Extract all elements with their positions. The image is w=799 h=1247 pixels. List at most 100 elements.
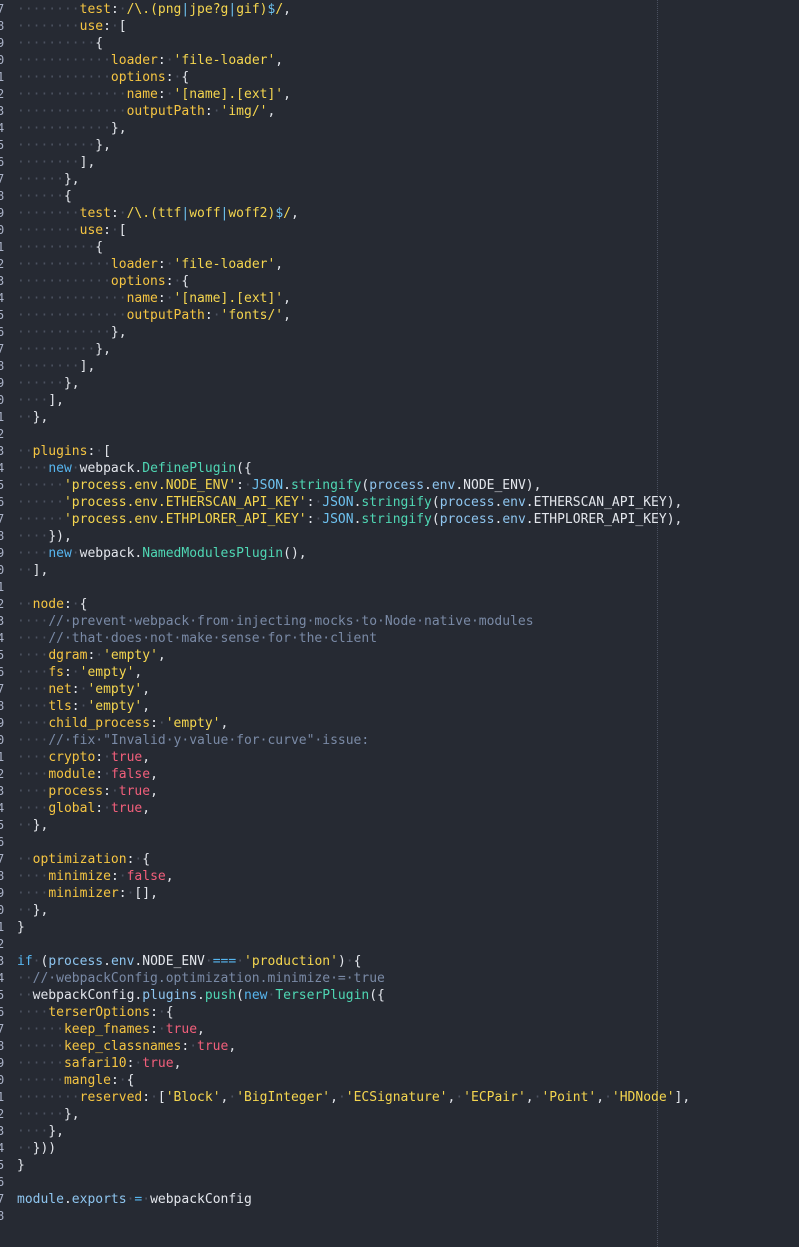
code-line[interactable]: 8 <box>0 1208 799 1225</box>
code-line[interactable]: 0 ············loader:·'file-loader', <box>0 52 799 69</box>
code-line[interactable]: 2 ··node:·{ <box>0 596 799 613</box>
code-token: : <box>157 291 166 306</box>
code-line[interactable]: 0 ····], <box>0 392 799 409</box>
line-code: ····//·prevent·webpack·from·injecting·mo… <box>17 613 534 630</box>
code-token: 'file-loader' <box>173 257 276 272</box>
code-line[interactable]: 4 ····global:·true, <box>0 800 799 817</box>
code-line[interactable]: 9 ········test:·/\.(ttf|woff|woff2)$/, <box>0 205 799 222</box>
code-line[interactable]: 8 ······{ <box>0 188 799 205</box>
code-line[interactable]: 0 ····//·fix·"Invalid·y·value·for·curve"·… <box>0 732 799 749</box>
code-line[interactable]: 5 ····dgram:·'empty', <box>0 647 799 664</box>
code-line[interactable]: 0 ··], <box>0 562 799 579</box>
code-line[interactable]: 6 ····fs:·'empty', <box>0 664 799 681</box>
code-line[interactable]: 6 ····terserOptions:·{ <box>0 1004 799 1021</box>
line-code: ····}, <box>17 1123 64 1140</box>
code-line[interactable]: 5 ··············outputPath:·'fonts/', <box>0 307 799 324</box>
code-line[interactable]: 5 ··webpackConfig.plugins.push(new·Terser… <box>0 987 799 1004</box>
code-line[interactable]: 0 ··}, <box>0 902 799 919</box>
code-line[interactable]: 6 ············}, <box>0 324 799 341</box>
code-line[interactable]: 3 ····process:·true, <box>0 783 799 800</box>
code-line[interactable]: 1 ··········{ <box>0 239 799 256</box>
code-line[interactable]: 8 ····tls:·'empty', <box>0 698 799 715</box>
code-line[interactable]: 1 ········reserved:·['Block',·'BigInteger… <box>0 1089 799 1106</box>
code-line[interactable]: 2 <box>0 426 799 443</box>
code-line[interactable]: 4 ··············name:·'[name].[ext]', <box>0 290 799 307</box>
line-code: ··}, <box>17 902 48 919</box>
code-line[interactable]: 6 <box>0 1174 799 1191</box>
code-token: · <box>157 716 166 731</box>
code-line[interactable]: 9 ······}, <box>0 375 799 392</box>
code-line[interactable]: 2 ············loader:·'file-loader', <box>0 256 799 273</box>
code-line[interactable]: 7 ······keep_fnames:·true, <box>0 1021 799 1038</box>
code-line[interactable]: 7 ····net:·'empty', <box>0 681 799 698</box>
code-line[interactable]: 8 ····minimize:·false, <box>0 868 799 885</box>
code-line[interactable]: 7 ··optimization:·{ <box>0 851 799 868</box>
code-line[interactable]: 3 ··plugins:·[ <box>0 443 799 460</box>
code-line[interactable]: 3 ··············outputPath:·'img/', <box>0 103 799 120</box>
code-line[interactable]: 9 ······safari10:·true, <box>0 1055 799 1072</box>
code-token: false <box>110 767 151 782</box>
code-line[interactable]: 3 ············options:·{ <box>0 273 799 290</box>
code-line[interactable]: 0 ······mangle:·{ <box>0 1072 799 1089</box>
line-number: 0 <box>0 903 5 917</box>
code-token: ETHPLORER_API_KEY <box>533 512 667 527</box>
code-token: keep_classnames <box>63 1039 182 1054</box>
code-line[interactable]: 5 ··}, <box>0 817 799 834</box>
code-line[interactable]: 4 ····new·webpack.DefinePlugin({ <box>0 460 799 477</box>
code-line[interactable]: 2 <box>0 936 799 953</box>
code-token: ], <box>79 359 96 374</box>
line-code: ····minimize:·false, <box>17 868 174 885</box>
code-line[interactable]: 3 ····//·prevent·webpack·from·injecting·m… <box>0 613 799 630</box>
code-line[interactable]: 7 ··········}, <box>0 341 799 358</box>
code-line[interactable]: 1 ····crypto:·true, <box>0 749 799 766</box>
code-line[interactable]: 7 module.exports·=·webpackConfig <box>0 1191 799 1208</box>
code-line[interactable]: 6 ······'process.env.ETHERSCAN_API_KEY':·… <box>0 494 799 511</box>
code-line[interactable]: 6 ········], <box>0 154 799 171</box>
code-line[interactable]: 5 ··········}, <box>0 137 799 154</box>
code-line[interactable]: 5 ······'process.env.NODE_ENV':·JSON.stri… <box>0 477 799 494</box>
code-editor[interactable]: 7 ········test:·/\.(png|jpe?g|gif)$/, 8 ···… <box>0 0 799 1247</box>
code-token: //·prevent·webpack·from·injecting·mocks·… <box>48 614 534 629</box>
code-line[interactable]: 7 ······}, <box>0 171 799 188</box>
code-line[interactable]: 4 ··})) <box>0 1140 799 1157</box>
code-line[interactable]: 1} <box>0 919 799 936</box>
code-token: ···· <box>17 546 49 561</box>
code-line[interactable]: 1 <box>0 579 799 596</box>
line-number: 3 <box>0 784 5 798</box>
code-token: · <box>212 308 221 323</box>
code-line[interactable]: 2 ······}, <box>0 1106 799 1123</box>
code-line[interactable]: 7 ········test:·/\.(png|jpe?g|gif)$/, <box>0 1 799 18</box>
line-number: 8 <box>0 529 5 543</box>
code-line[interactable]: 9 ····child_process:·'empty', <box>0 715 799 732</box>
code-token: net <box>48 682 72 697</box>
code-line[interactable]: 4 ············}, <box>0 120 799 137</box>
code-token: ·············· <box>17 308 127 323</box>
line-number: 2 <box>0 257 5 271</box>
code-line[interactable]: 3 if·(process.env.NODE_ENV·===·'productio… <box>0 953 799 970</box>
code-line[interactable]: 8 ········use:·[ <box>0 18 799 35</box>
code-line[interactable]: 1 ············options:·{ <box>0 69 799 86</box>
code-line[interactable]: 7 ······'process.env.ETHPLORER_API_KEY':·… <box>0 511 799 528</box>
code-token: · <box>118 869 127 884</box>
code-line[interactable]: 4 ····//·that·does·not·make·sense·for·the… <box>0 630 799 647</box>
code-line[interactable]: 9 ··········{ <box>0 35 799 52</box>
line-code: ······}, <box>17 171 80 188</box>
code-line[interactable]: 1 ··}, <box>0 409 799 426</box>
code-line[interactable]: 9 ····minimizer:·[], <box>0 885 799 902</box>
code-token: minimize <box>48 869 111 884</box>
code-line[interactable]: 2 ····module:·false, <box>0 766 799 783</box>
code-token: tls <box>48 699 72 714</box>
code-line[interactable]: 0 ········use:·[ <box>0 222 799 239</box>
code-token: , <box>596 1090 605 1105</box>
code-line[interactable]: 8 ······keep_classnames:·true, <box>0 1038 799 1055</box>
code-line[interactable]: 9 ····new·webpack.NamedModulesPlugin(), <box>0 545 799 562</box>
code-line[interactable]: 4 ··//·webpackConfig.optimization.minimiz… <box>0 970 799 987</box>
code-line[interactable]: 3 ····}, <box>0 1123 799 1140</box>
code-token: }, <box>32 818 49 833</box>
code-line[interactable]: 6 <box>0 834 799 851</box>
code-line[interactable]: 8 ········], <box>0 358 799 375</box>
code-token: : <box>142 1090 151 1105</box>
code-line[interactable]: 8 ····}), <box>0 528 799 545</box>
code-line[interactable]: 2 ··············name:·'[name].[ext]', <box>0 86 799 103</box>
code-line[interactable]: 5} <box>0 1157 799 1174</box>
